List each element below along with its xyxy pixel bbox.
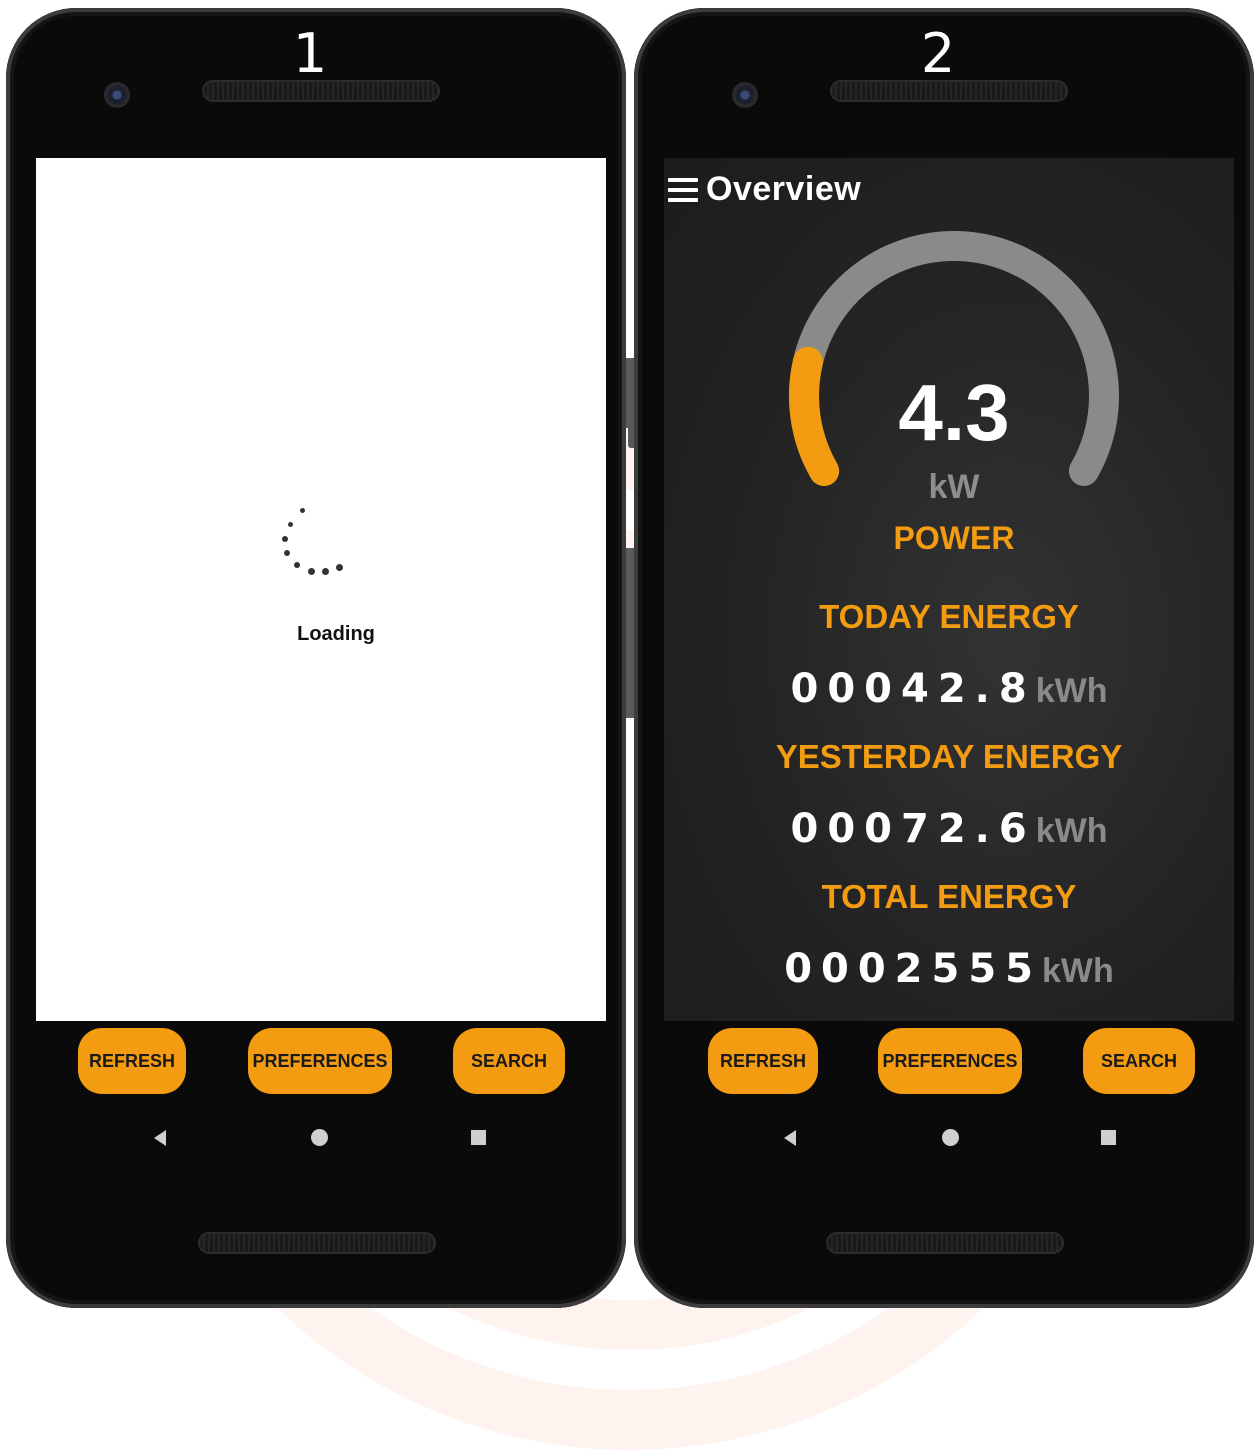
total-energy-label: TOTAL ENERGY xyxy=(821,878,1077,915)
today-energy-number: 00042.8 xyxy=(790,666,1036,712)
phone-2: 2 Overview 4.3 kW POWER TODAY ENERGY 000… xyxy=(628,8,1254,1308)
refresh-button[interactable]: REFRESH xyxy=(78,1028,186,1094)
phone-number-label: 1 xyxy=(292,22,328,85)
home-icon[interactable] xyxy=(311,1129,328,1146)
camera-icon xyxy=(732,82,758,108)
today-energy-unit: kWh xyxy=(1035,672,1108,710)
today-energy-label: TODAY ENERGY xyxy=(819,598,1079,635)
total-energy-unit: kWh xyxy=(1042,952,1114,990)
phone-1: 1 Loading REFRESH PREFERENCES SEARCH xyxy=(6,8,632,1308)
search-button[interactable]: SEARCH xyxy=(1083,1028,1195,1094)
recents-icon[interactable] xyxy=(471,1130,486,1145)
earpiece-speaker xyxy=(830,80,1068,102)
recents-icon[interactable] xyxy=(1101,1130,1116,1145)
yesterday-energy-value: 00072.6kWh xyxy=(664,806,1234,852)
power-gauge: 4.3 kW POWER xyxy=(764,218,1144,556)
app-bar: Overview xyxy=(668,170,861,209)
total-energy-value: 0002555kWh xyxy=(664,946,1234,992)
page-title: Overview xyxy=(706,170,862,208)
phone-number-label: 2 xyxy=(920,22,956,85)
loading-text: Loading xyxy=(297,623,375,645)
preferences-button[interactable]: PREFERENCES xyxy=(248,1028,392,1094)
menu-icon[interactable] xyxy=(668,177,698,202)
home-icon[interactable] xyxy=(942,1129,959,1146)
power-button xyxy=(628,358,634,448)
yesterday-energy-unit: kWh xyxy=(1035,812,1108,850)
power-label: POWER xyxy=(893,520,1015,556)
power-unit: kW xyxy=(928,468,980,506)
back-icon[interactable] xyxy=(154,1130,166,1146)
yesterday-energy-number: 00072.6 xyxy=(790,806,1036,852)
volume-button xyxy=(628,548,634,718)
refresh-button[interactable]: REFRESH xyxy=(708,1028,818,1094)
search-button[interactable]: SEARCH xyxy=(453,1028,565,1094)
preferences-button[interactable]: PREFERENCES xyxy=(878,1028,1022,1094)
today-energy-value: 00042.8kWh xyxy=(664,666,1234,712)
spinner-icon xyxy=(276,508,356,588)
total-energy-number: 0002555 xyxy=(784,946,1043,992)
camera-icon xyxy=(104,82,130,108)
yesterday-energy-label: YESTERDAY ENERGY xyxy=(775,738,1123,775)
back-icon[interactable] xyxy=(784,1130,796,1146)
overview-screen: Overview 4.3 kW POWER TODAY ENERGY 00042… xyxy=(664,158,1234,1021)
earpiece-speaker xyxy=(202,80,440,102)
loading-screen: Loading xyxy=(36,158,606,1021)
bottom-speaker xyxy=(826,1232,1064,1254)
bottom-speaker xyxy=(198,1232,436,1254)
power-value: 4.3 xyxy=(898,368,1010,457)
